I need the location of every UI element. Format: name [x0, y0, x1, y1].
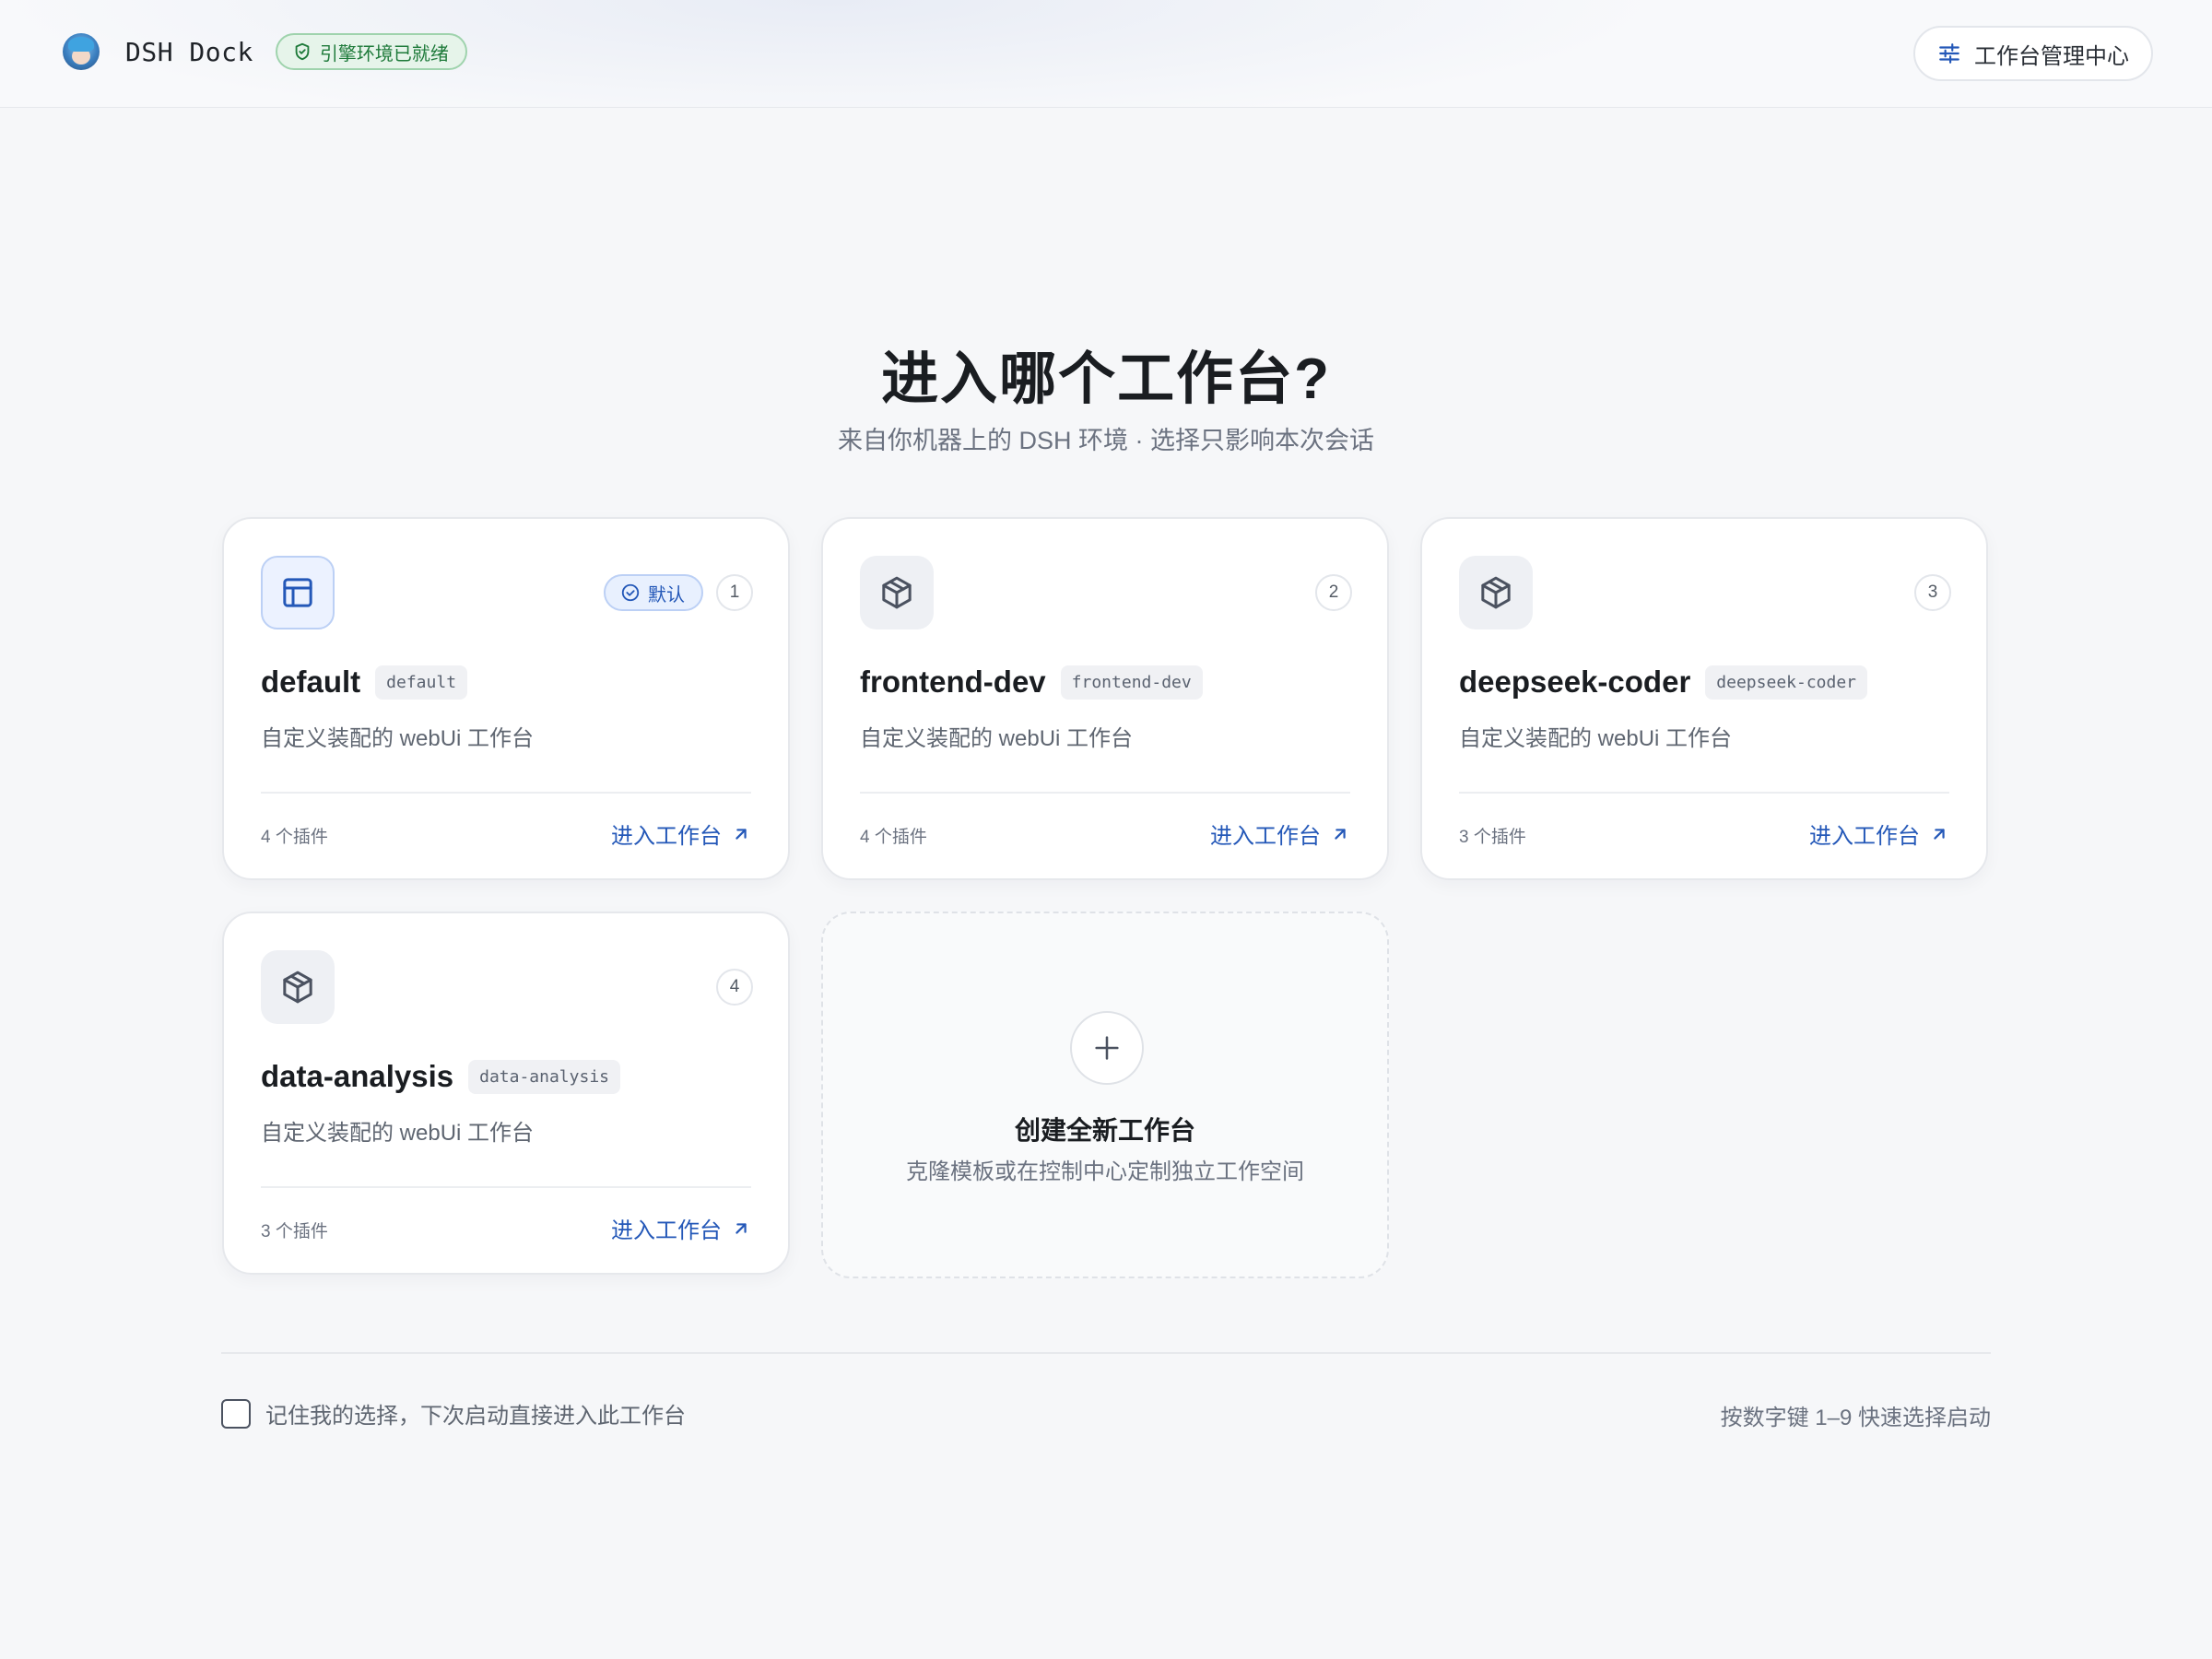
workspace-name-row: frontend-dev frontend-dev [860, 665, 1203, 700]
create-workspace-description: 克隆模板或在控制中心定制独立工作空间 [906, 1159, 1304, 1184]
enter-workspace-label: 进入工作台 [1809, 824, 1920, 849]
enter-workspace-link[interactable]: 进入工作台 [1210, 818, 1350, 850]
shield-check-icon [295, 42, 310, 61]
workspace-card-frontend-dev[interactable]: 2 frontend-dev frontend-dev 自定义装配的 webUi… [821, 517, 1389, 880]
shortcut-number: 1 [716, 574, 753, 611]
enter-workspace-label: 进入工作台 [611, 1218, 722, 1243]
workspace-slug: deepseek-coder [1705, 665, 1868, 700]
workspace-slug: default [375, 665, 468, 700]
workspace-name: data-analysis [261, 1059, 454, 1093]
divider [1459, 792, 1949, 794]
workspace-name-row: data-analysis data-analysis [261, 1059, 620, 1094]
default-badge: 默认 [604, 574, 703, 611]
workspace-slug: frontend-dev [1060, 665, 1203, 700]
check-circle-icon [621, 583, 640, 602]
workspace-slug: data-analysis [468, 1059, 620, 1094]
shortcut-hint: 按数字键 1–9 快速选择启动 [1720, 1406, 1991, 1430]
app-logo [63, 33, 100, 70]
default-badge-label: 默认 [648, 584, 685, 606]
workspace-icon [261, 556, 335, 629]
workspace-description: 自定义装配的 webUi 工作台 [1459, 726, 1733, 751]
enter-workspace-label: 进入工作台 [1210, 824, 1321, 849]
shortcut-number: 4 [716, 969, 753, 1006]
remember-choice[interactable]: 记住我的选择，下次启动直接进入此工作台 [221, 1397, 686, 1430]
workspace-manager-label: 工作台管理中心 [1974, 43, 2129, 69]
shortcut-number: 3 [1914, 574, 1951, 611]
workspace-icon [261, 950, 335, 1024]
workspace-name: deepseek-coder [1459, 665, 1691, 699]
package-icon [283, 971, 312, 1004]
package-icon [1481, 576, 1511, 609]
arrow-up-right-icon [1335, 828, 1346, 840]
arrow-up-right-icon [1934, 828, 1945, 840]
arrow-up-right-icon [735, 1222, 747, 1234]
create-workspace-title: 创建全新工作台 [1014, 1116, 1195, 1145]
workspace-icon [860, 556, 934, 629]
layout-icon [283, 578, 312, 607]
workspace-description: 自定义装配的 webUi 工作台 [261, 1121, 535, 1146]
workspace-description: 自定义装配的 webUi 工作台 [261, 726, 535, 751]
add-workspace-button[interactable] [1070, 1011, 1144, 1085]
plugin-count: 3 个插件 [261, 1222, 328, 1241]
create-workspace-card[interactable]: 创建全新工作台 克隆模板或在控制中心定制独立工作空间 [821, 912, 1389, 1278]
top-bar: DSH Dock 引擎环境已就绪 工作台管理中心 [0, 0, 2212, 108]
divider [261, 792, 751, 794]
env-status-text: 引擎环境已就绪 [319, 43, 449, 65]
workspace-card-data-analysis[interactable]: 4 data-analysis data-analysis 自定义装配的 web… [222, 912, 790, 1275]
plus-icon [1095, 1036, 1119, 1060]
workspace-card-deepseek-coder[interactable]: 3 deepseek-coder deepseek-coder 自定义装配的 w… [1420, 517, 1988, 880]
shortcut-number: 2 [1315, 574, 1352, 611]
enter-workspace-link[interactable]: 进入工作台 [611, 818, 751, 850]
plugin-count: 4 个插件 [261, 828, 328, 847]
plugin-count: 3 个插件 [1459, 828, 1526, 847]
env-status-badge: 引擎环境已就绪 [275, 33, 467, 70]
package-icon [882, 576, 912, 609]
footer-divider [221, 1352, 1991, 1354]
workspace-manager-button[interactable]: 工作台管理中心 [1913, 26, 2153, 81]
workspace-name-row: default default [261, 665, 468, 700]
divider [261, 1186, 751, 1188]
enter-workspace-label: 进入工作台 [611, 824, 722, 849]
app-name: DSH Dock [125, 36, 253, 67]
workspace-name: default [261, 665, 361, 699]
plugin-count: 4 个插件 [860, 828, 927, 847]
divider [860, 792, 1350, 794]
page-title: 进入哪个工作台? [881, 347, 1331, 411]
workspace-name-row: deepseek-coder deepseek-coder [1459, 665, 1868, 700]
enter-workspace-link[interactable]: 进入工作台 [1809, 818, 1949, 850]
workspace-card-default[interactable]: 默认 1 default default 自定义装配的 webUi 工作台 4 … [222, 517, 790, 880]
remember-label: 记住我的选择，下次启动直接进入此工作台 [265, 1404, 686, 1429]
arrow-up-right-icon [735, 828, 747, 840]
workspace-name: frontend-dev [860, 665, 1046, 699]
page-subtitle: 来自你机器上的 DSH 环境 · 选择只影响本次会话 [837, 427, 1374, 454]
workspace-description: 自定义装配的 webUi 工作台 [860, 726, 1134, 751]
workspace-icon [1459, 556, 1533, 629]
remember-checkbox[interactable] [221, 1398, 251, 1429]
brand: DSH Dock 引擎环境已就绪 [63, 33, 467, 70]
enter-workspace-link[interactable]: 进入工作台 [611, 1212, 751, 1244]
sliders-icon [1939, 43, 1959, 64]
